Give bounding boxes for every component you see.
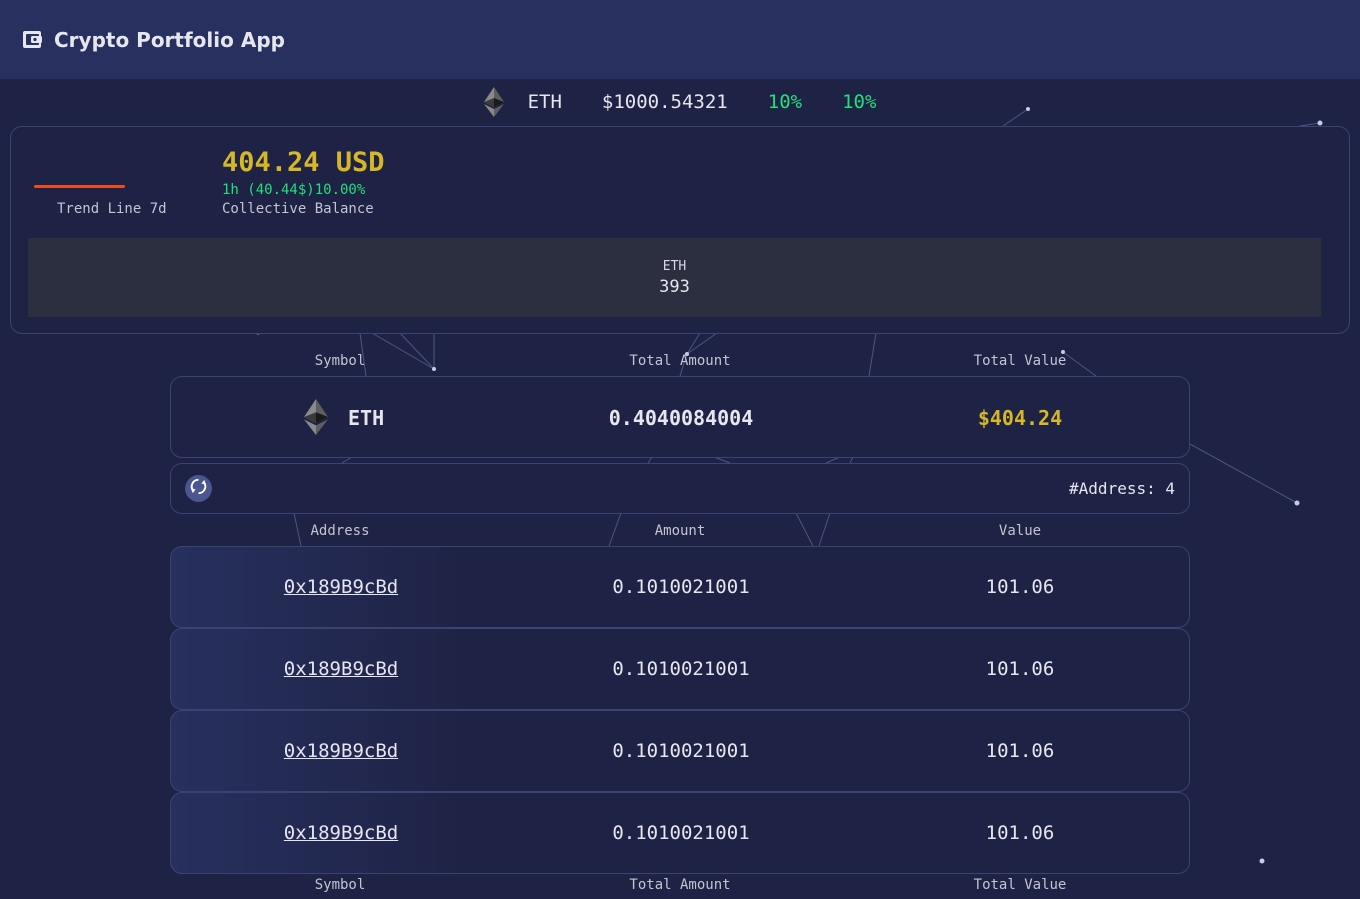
address-value: 101.06: [985, 740, 1055, 762]
price-ticker: ETH $1000.54321 10% 10%: [0, 86, 1360, 118]
address-row[interactable]: 0x189B9cBd 0.1010021001 101.06: [170, 792, 1190, 874]
asset-total-value: $404.24: [977, 406, 1063, 430]
address-amount: 0.1010021001: [612, 740, 750, 762]
ethereum-logo-icon: [304, 399, 328, 435]
refresh-button[interactable]: [185, 475, 212, 502]
ticker-change-2: 10%: [842, 91, 877, 113]
address-link[interactable]: 0x189B9cBd: [284, 822, 398, 844]
address-link[interactable]: 0x189B9cBd: [284, 740, 398, 762]
header-total-amount-next: Total Amount: [629, 877, 731, 893]
address-amount: 0.1010021001: [612, 576, 750, 598]
ticker-change-1: 10%: [767, 91, 803, 113]
header-value: Value: [998, 523, 1042, 539]
header-amount: Amount: [654, 523, 706, 539]
trend-line-label: Trend Line 7d: [57, 201, 167, 217]
asset-row-eth[interactable]: ETH 0.4040084004 $404.24: [170, 376, 1190, 458]
next-section-header: Symbol Total Amount Total Value: [170, 875, 1190, 899]
address-toolbar: #Address: 4: [170, 463, 1190, 514]
address-value: 101.06: [985, 658, 1055, 680]
header-symbol: Symbol: [314, 353, 366, 369]
allocation-symbol: ETH: [662, 258, 687, 274]
header-address: Address: [310, 523, 370, 539]
ticker-price: $1000.54321: [601, 91, 728, 113]
collective-balance-value: 404.24 USD: [222, 147, 385, 178]
address-amount: 0.1010021001: [612, 822, 750, 844]
balance-card: Trend Line 7d 404.24 USD 1h (40.44$)10.0…: [10, 126, 1350, 334]
allocation-value: 393: [659, 276, 690, 297]
address-table-header: Address Amount Value: [170, 521, 1190, 545]
address-row[interactable]: 0x189B9cBd 0.1010021001 101.06: [170, 628, 1190, 710]
app-header: Crypto Portfolio App: [0, 0, 1360, 79]
asset-symbol: ETH: [348, 406, 385, 430]
address-amount: 0.1010021001: [612, 658, 750, 680]
asset-table-header: Symbol Total Amount Total Value: [170, 351, 1190, 375]
header-total-value: Total Value: [973, 353, 1067, 369]
address-row[interactable]: 0x189B9cBd 0.1010021001 101.06: [170, 710, 1190, 792]
header-total-amount: Total Amount: [629, 353, 731, 369]
refresh-icon: [189, 477, 208, 500]
address-link[interactable]: 0x189B9cBd: [284, 658, 398, 680]
address-value: 101.06: [985, 822, 1055, 844]
header-symbol-next: Symbol: [314, 877, 366, 893]
address-row[interactable]: 0x189B9cBd 0.1010021001 101.06: [170, 546, 1190, 628]
app-title: Crypto Portfolio App: [54, 27, 285, 52]
asset-total-amount: 0.4040084004: [608, 406, 754, 430]
trend-line-sparkline: [34, 185, 125, 188]
address-link[interactable]: 0x189B9cBd: [284, 576, 398, 598]
ticker-symbol: ETH: [527, 91, 562, 113]
address-count: #Address: 4: [1069, 479, 1175, 498]
address-value: 101.06: [985, 576, 1055, 598]
collective-balance-label: Collective Balance: [222, 201, 374, 217]
ethereum-logo-icon: [483, 87, 504, 117]
balance-change: 1h (40.44$)10.00%: [222, 182, 366, 198]
allocation-bar[interactable]: ETH 393: [28, 238, 1321, 317]
header-total-value-next: Total Value: [973, 877, 1067, 893]
wallet-icon: [23, 30, 42, 49]
